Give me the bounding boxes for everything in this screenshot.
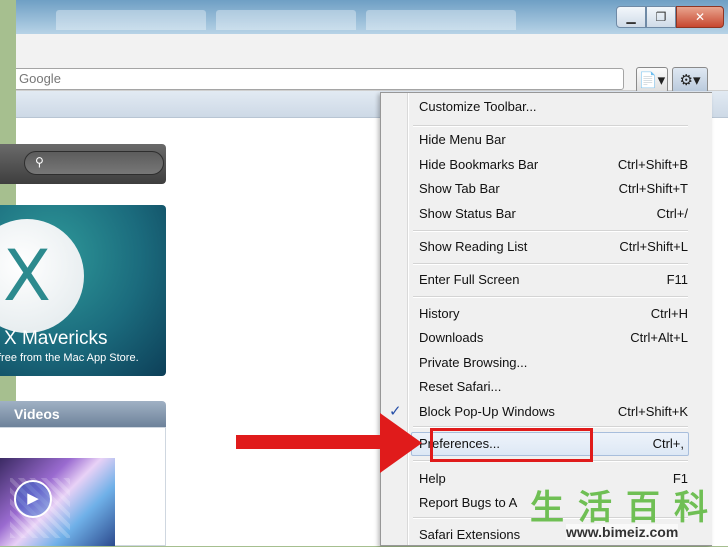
search-placeholder: Google <box>19 71 61 86</box>
watermark-url: www.bimeiz.com <box>566 524 679 540</box>
search-icon: ⚲ <box>35 155 44 169</box>
menu-item-reset-safari[interactable]: Reset Safari... <box>381 375 713 399</box>
site-search-input[interactable]: ⚲ <box>24 151 164 175</box>
promo-subtitle: free from the Mac App Store. <box>0 352 139 364</box>
promo-title: X Mavericks <box>4 328 108 349</box>
menu-separator <box>413 125 688 127</box>
mavericks-promo-banner[interactable]: X X Mavericks free from the Mac App Stor… <box>0 205 166 376</box>
video-thumbnail[interactable]: ▶ <box>0 458 115 546</box>
maximize-button[interactable]: ❐ <box>646 6 676 28</box>
search-input[interactable]: Google <box>16 68 624 90</box>
menu-separator <box>413 296 688 298</box>
minimize-button[interactable]: ▁ <box>616 6 646 28</box>
menu-item-show-tab-bar[interactable]: Show Tab Bar Ctrl+Shift+T <box>381 177 713 201</box>
menu-item-hide-bookmarks-bar[interactable]: Hide Bookmarks Bar Ctrl+Shift+B <box>381 153 713 177</box>
toolbar: Google 📄▾ ⚙▾ <box>16 34 728 93</box>
menu-item-customize-toolbar[interactable]: Customize Toolbar... <box>381 95 713 119</box>
menu-separator <box>413 230 688 232</box>
title-bar: ▁ ❐ ✕ <box>16 0 728 34</box>
window-controls: ▁ ❐ ✕ <box>616 6 724 28</box>
play-icon[interactable]: ▶ <box>14 480 52 518</box>
menu-item-private-browsing[interactable]: Private Browsing... <box>381 351 713 375</box>
page-icon: 📄▾ <box>638 72 666 89</box>
menu-item-block-popups[interactable]: ✓ Block Pop-Up Windows Ctrl+Shift+K <box>381 400 713 424</box>
settings-menu: Customize Toolbar... Hide Menu Bar Hide … <box>380 92 712 546</box>
menu-item-history[interactable]: History Ctrl+H <box>381 302 713 326</box>
settings-menu-button[interactable]: ⚙▾ <box>672 67 708 93</box>
close-button[interactable]: ✕ <box>676 6 724 28</box>
menu-item-show-status-bar[interactable]: Show Status Bar Ctrl+/ <box>381 202 713 226</box>
page-menu-button[interactable]: 📄▾ <box>636 67 668 93</box>
logo-letter: X <box>3 235 51 317</box>
annotation-highlight-box <box>430 428 593 462</box>
videos-heading: Videos <box>0 401 166 427</box>
menu-separator <box>413 263 688 265</box>
watermark-chinese-text: 生活百科 <box>530 488 722 528</box>
background-tab[interactable] <box>56 10 206 30</box>
annotation-arrow-shaft <box>236 435 396 449</box>
gear-icon: ⚙▾ <box>679 72 701 89</box>
annotation-arrow-head <box>380 413 422 473</box>
menu-item-show-reading-list[interactable]: Show Reading List Ctrl+Shift+L <box>381 235 713 259</box>
watermark: 生活百科 www.bimeiz.com <box>530 480 726 544</box>
menu-item-hide-menu-bar[interactable]: Hide Menu Bar <box>381 128 713 152</box>
menu-item-downloads[interactable]: Downloads Ctrl+Alt+L <box>381 326 713 350</box>
os-x-logo: X <box>0 219 84 333</box>
background-tab[interactable] <box>366 10 516 30</box>
background-tab[interactable] <box>216 10 356 30</box>
menu-item-enter-full-screen[interactable]: Enter Full Screen F11 <box>381 268 713 292</box>
